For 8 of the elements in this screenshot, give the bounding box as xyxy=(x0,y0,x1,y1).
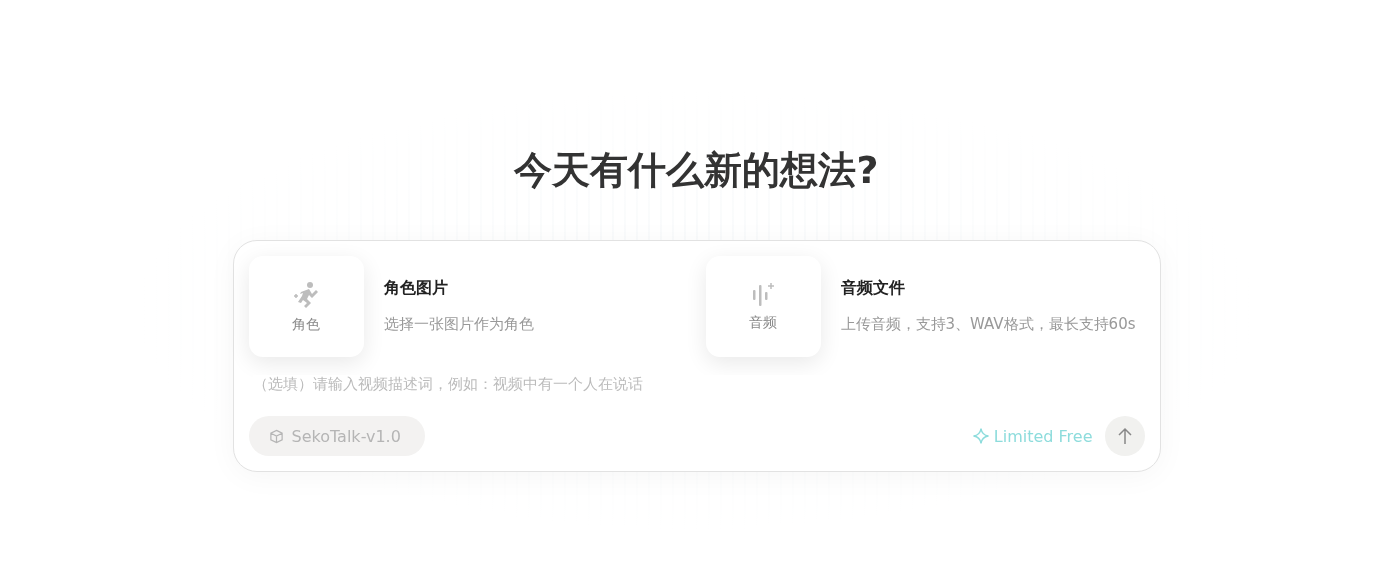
upload-description: 选择一张图片作为角色 xyxy=(383,314,534,335)
upload-tile[interactable]: 角色 xyxy=(248,256,364,357)
upload-tile[interactable]: 音频 xyxy=(705,256,821,357)
page-heading: 今天有什么新的想法? xyxy=(514,147,879,194)
upload-title: 音频文件 xyxy=(840,278,906,299)
upload-title: 角色图片 xyxy=(383,278,449,299)
upload-description: 上传音频，支持3、WAV格式，最长支持60s xyxy=(840,314,1136,335)
limited-free-label: Limited Free xyxy=(993,426,1093,446)
